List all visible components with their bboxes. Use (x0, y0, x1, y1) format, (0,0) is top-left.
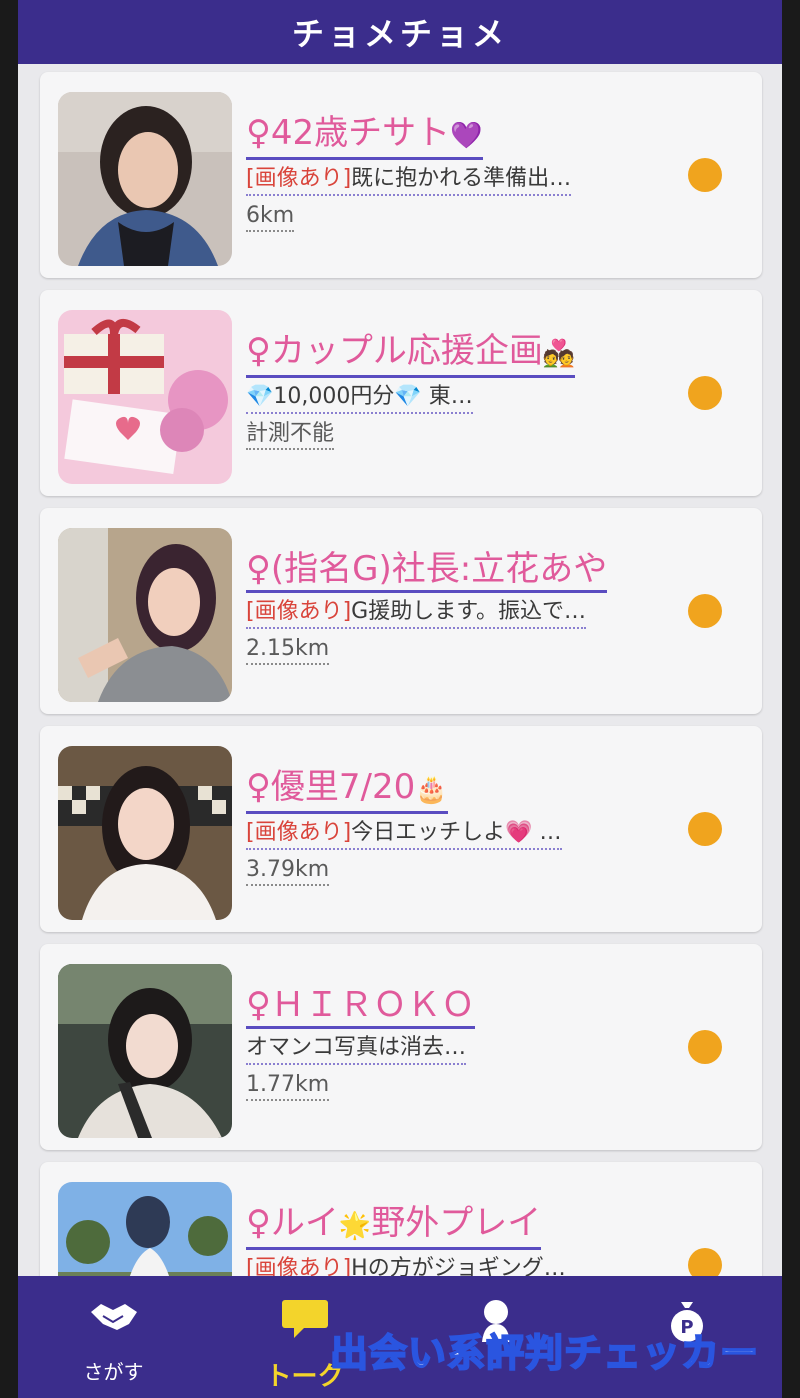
image-tag: [画像あり] (246, 599, 352, 624)
distance-label: 1.77km (246, 1071, 330, 1101)
conversation-item[interactable]: ♀42歳チサト💜 [画像あり]既に抱かれる準備出… 6km (40, 72, 762, 278)
contact-name: ♀ＨＩＲＯＫＯ (246, 984, 475, 1029)
message-preview: [画像あり]既に抱かれる準備出… (246, 164, 572, 196)
star-emoji-icon: 🌟 (338, 1211, 372, 1241)
avatar (58, 528, 232, 702)
unread-dot-icon (688, 594, 722, 628)
message-preview: [画像あり]G援助します。振込で… (246, 597, 587, 629)
contact-name: ♀(指名G)社長:立花あや (246, 548, 608, 593)
contact-name: ♀優里7/20🎂 (246, 766, 448, 814)
handshake-icon (18, 1298, 209, 1342)
contact-name: ♀カップル応援企画💑 (246, 330, 576, 378)
message-preview: 💎10,000円分💎 東… (246, 382, 473, 414)
distance-label: 3.79km (246, 856, 330, 886)
app-title: チョメチョメ (291, 15, 508, 53)
distance-label: 6km (246, 202, 295, 232)
tab-label: さがす (83, 1360, 144, 1384)
avatar (58, 964, 232, 1138)
unread-dot-icon (688, 1030, 722, 1064)
app-header: チョメチョメ (18, 0, 782, 64)
unread-dot-icon (688, 376, 722, 410)
message-preview: オマンコ写真は消去… (246, 1033, 467, 1065)
avatar (58, 746, 232, 920)
image-tag: [画像あり] (246, 166, 352, 191)
image-tag: [画像あり] (246, 820, 352, 845)
conversation-item[interactable]: ♀(指名G)社長:立花あや [画像あり]G援助します。振込で… 2.15km (40, 508, 762, 714)
distance-label: 計測不能 (246, 420, 335, 450)
contact-name: ♀42歳チサト💜 (246, 112, 483, 160)
message-preview: [画像あり]今日エッチしよ💗 … (246, 818, 562, 850)
avatar (58, 92, 232, 266)
conversation-item[interactable]: ♀ＨＩＲＯＫＯ オマンコ写真は消去… 1.77km (40, 944, 762, 1150)
contact-name: ♀ルイ🌟野外プレイ (246, 1202, 542, 1250)
conversation-item[interactable]: ♀カップル応援企画💑 💎10,000円分💎 東… 計測不能 (40, 290, 762, 496)
tab-search[interactable]: さがす (18, 1276, 209, 1398)
unread-dot-icon (688, 812, 722, 846)
heart-emoji-icon: 💜 (450, 121, 483, 151)
conversation-item[interactable]: ♀優里7/20🎂 [画像あり]今日エッチしよ💗 … 3.79km (40, 726, 762, 932)
cake-emoji-icon: 🎂 (415, 775, 448, 805)
app-screen: チョメチョメ ♀42歳チサト💜 [画像あり]既に抱かれる準備出… 6km ♀カッ… (18, 0, 782, 1398)
couple-emoji-icon: 💑 (542, 339, 576, 369)
avatar (58, 310, 232, 484)
unread-dot-icon (688, 158, 722, 192)
site-watermark: 出会い系評判チェッカー (329, 1330, 760, 1376)
distance-label: 2.15km (246, 635, 330, 665)
